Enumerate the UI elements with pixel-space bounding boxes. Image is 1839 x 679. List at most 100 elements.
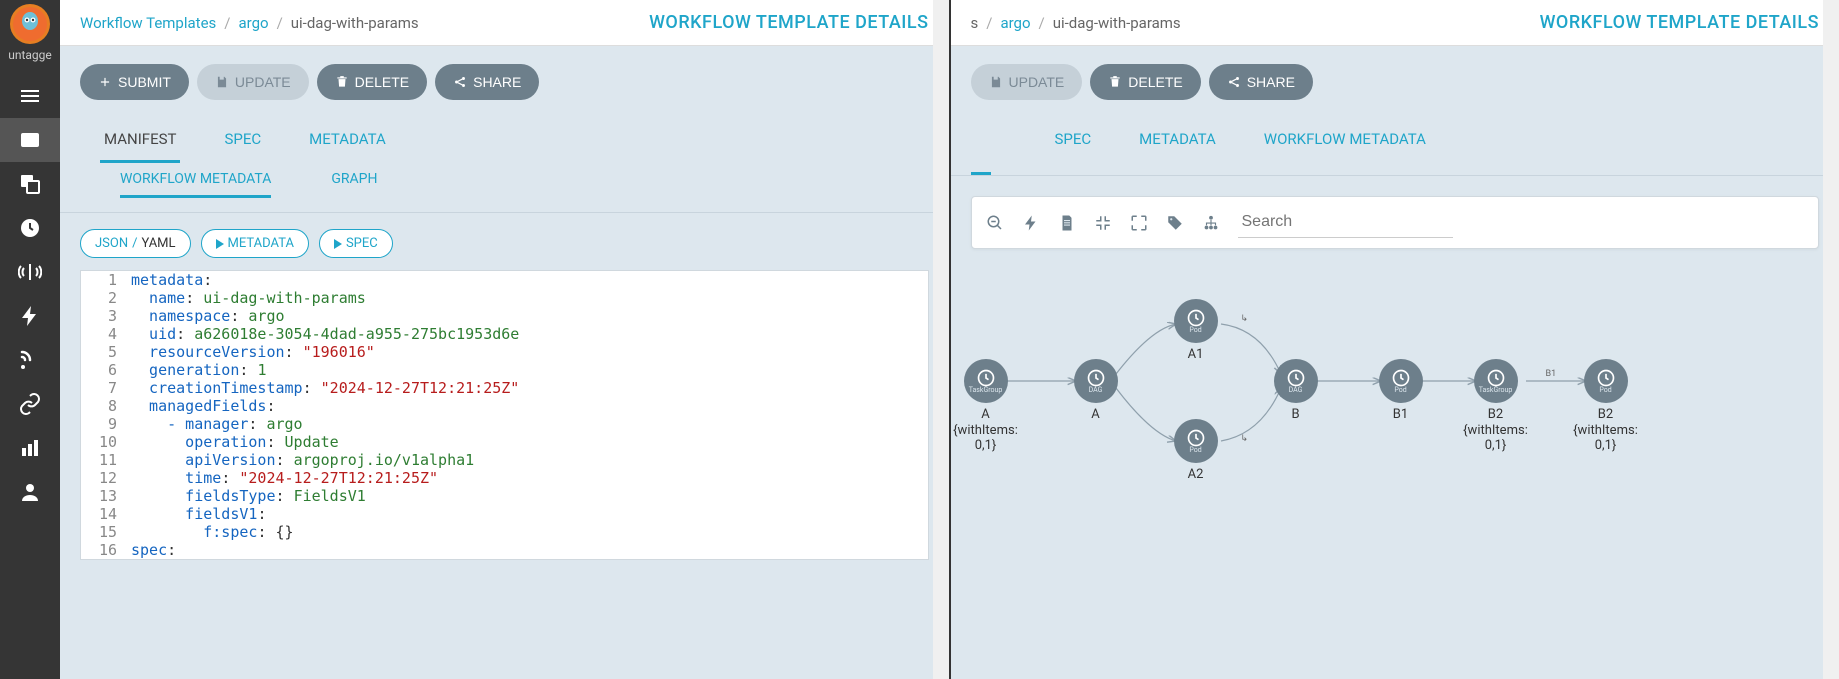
share-button[interactable]: SHARE [435,64,539,100]
node-label: B [1261,407,1331,423]
sidebar-nav-links[interactable] [0,382,60,426]
graph-toolbar [971,196,1820,249]
tab-spec[interactable]: SPEC [220,118,265,163]
breadcrumb-name: ui-dag-with-params [1053,14,1181,32]
breadcrumb-sep-icon: / [277,14,283,32]
breadcrumb-namespace[interactable]: argo [1000,14,1030,32]
tab-manifest[interactable]: MANIFEST [100,118,180,163]
tag-icon[interactable] [1166,214,1184,232]
tab-metadata[interactable]: METADATA [305,118,390,163]
page-title: WORKFLOW TEMPLATE DETAILS [1540,12,1819,33]
caret-right-icon [334,239,342,249]
code-line: 1metadata: [81,271,928,289]
clock-icon: DAG [1274,359,1318,403]
jump-metadata[interactable]: METADATA [201,229,309,258]
share-icon [1227,75,1241,89]
manifest-content: JSON/YAML METADATA SPEC 1metadata:2 name… [60,213,949,679]
code-line: 7 creationTimestamp: "2024-12-27T12:21:2… [81,379,928,397]
breadcrumb-sep-icon: / [224,14,230,32]
sidebar: untagge [0,0,60,679]
breadcrumb-namespace[interactable]: argo [238,14,268,32]
graph-node[interactable]: PodA2 [1161,419,1231,483]
breadcrumb-bar: Workflow Templates / argo / ui-dag-with-… [60,0,949,46]
graph-node[interactable]: PodA1 [1161,299,1231,363]
node-label: A2 [1161,467,1231,483]
argo-logo [10,4,50,44]
sidebar-nav-reports[interactable] [0,426,60,470]
breadcrumb: Workflow Templates / argo / ui-dag-with-… [80,14,419,32]
share-button[interactable]: SHARE [1209,64,1313,100]
graph-node[interactable]: DAG B [1261,359,1331,423]
tabs-row-upper: MANIFEST SPEC METADATA [60,118,949,163]
clock-icon: DAG [1074,359,1118,403]
edge-label: B1 [1546,369,1557,379]
graph-node[interactable]: PodB2 {withItems: 0,1} [1571,359,1641,454]
code-line: 6 generation: 1 [81,361,928,379]
graph-canvas[interactable]: ↳ ↳ B1 TaskGroupA {withItems: 0,1}DAGAPo… [951,269,1839,679]
action-bar: SUBMIT UPDATE DELETE SHARE [60,46,949,118]
node-label: A {withItems: 0,1} [951,407,1021,454]
trash-icon [1108,75,1122,89]
sidebar-nav-eventsources[interactable] [0,338,60,382]
share-icon [453,75,467,89]
sidebar-nav-user[interactable] [0,470,60,514]
code-line: 16spec: [81,541,928,559]
search-input[interactable] [1238,207,1453,238]
zoom-out-icon[interactable] [986,214,1004,232]
sidebar-nav-sensors[interactable] [0,250,60,294]
tab-graph[interactable]: GRAPH [331,171,377,198]
update-button[interactable]: UPDATE [971,64,1083,100]
code-line: 12 time: "2024-12-27T12:21:25Z" [81,469,928,487]
jump-spec[interactable]: SPEC [319,229,393,258]
yaml-editor[interactable]: 1metadata:2 name: ui-dag-with-params3 na… [80,270,929,560]
clock-icon: Pod [1584,359,1628,403]
plus-icon [98,75,112,89]
tab-metadata[interactable]: METADATA [1135,118,1220,163]
breadcrumb: s / argo / ui-dag-with-params [971,14,1181,32]
breadcrumb-name: ui-dag-with-params [291,14,419,32]
graph-node[interactable]: Pod B1 [1366,359,1436,423]
trash-icon [335,75,349,89]
graph-node[interactable]: DAGA [1061,359,1131,423]
caret-right-icon [216,239,224,249]
graph-node[interactable]: TaskGroupB2 {withItems: 0,1} [1461,359,1531,454]
sidebar-nav-events[interactable] [0,294,60,338]
toggle-json-yaml[interactable]: JSON/YAML [80,229,191,258]
tab-workflow-metadata[interactable]: WORKFLOW METADATA [1260,118,1430,163]
page-title: WORKFLOW TEMPLATE DETAILS [649,12,928,33]
bolt-icon[interactable] [1022,214,1040,232]
tab-workflow-metadata[interactable]: WORKFLOW METADATA [120,171,271,198]
tab-spec[interactable]: SPEC [1051,118,1096,163]
sidebar-nav-cron[interactable] [0,206,60,250]
sidebar-nav-timeline[interactable] [0,74,60,118]
file-icon[interactable] [1058,214,1076,232]
scrollbar[interactable] [933,0,949,679]
update-button[interactable]: UPDATE [197,64,309,100]
delete-button[interactable]: DELETE [317,64,427,100]
edge-marker-icon: ↳ [1241,434,1249,444]
breadcrumb-root[interactable]: Workflow Templates [80,14,216,32]
hierarchy-icon[interactable] [1202,214,1220,232]
version-tag: untagge [8,48,52,62]
node-label: B1 [1366,407,1436,423]
code-line: 3 namespace: argo [81,307,928,325]
tabs-row-lower: WORKFLOW METADATA GRAPH [60,163,949,213]
node-label: B2 {withItems: 0,1} [1461,407,1531,454]
clock-icon: Pod [1379,359,1423,403]
action-bar: UPDATE DELETE SHARE [951,46,1839,118]
code-line: 9 - manager: argo [81,415,928,433]
expand-icon[interactable] [1130,214,1148,232]
breadcrumb-bar: s / argo / ui-dag-with-params WORKFLOW T… [951,0,1839,46]
sidebar-nav-workflows[interactable] [0,118,60,162]
graph-node[interactable]: TaskGroupA {withItems: 0,1} [951,359,1021,454]
submit-button[interactable]: SUBMIT [80,64,189,100]
node-label: B2 {withItems: 0,1} [1571,407,1641,454]
collapse-icon[interactable] [1094,214,1112,232]
code-line: 5 resourceVersion: "196016" [81,343,928,361]
scrollbar[interactable] [1823,0,1839,679]
pane-left: Workflow Templates / argo / ui-dag-with-… [60,0,949,679]
delete-button[interactable]: DELETE [1090,64,1200,100]
sidebar-nav-templates[interactable] [0,162,60,206]
code-line: 15 f:spec: {} [81,523,928,541]
save-icon [989,75,1003,89]
